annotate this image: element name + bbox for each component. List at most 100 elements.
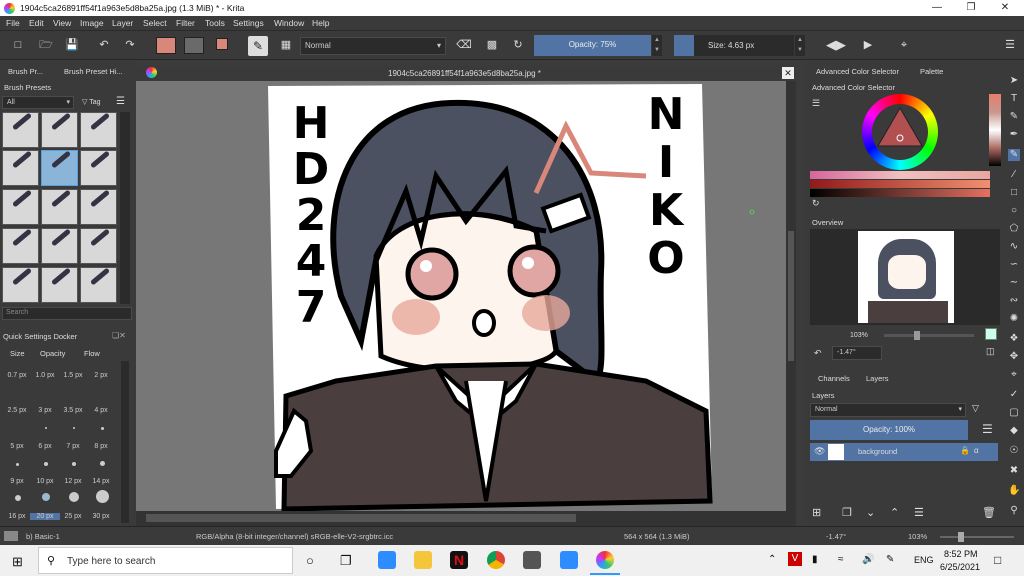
tab-flow[interactable]: Flow — [84, 349, 100, 358]
tab-size[interactable]: Size — [10, 349, 25, 358]
wrap-around-icon[interactable]: ⌖ — [896, 37, 912, 53]
color-triangle[interactable] — [876, 106, 924, 150]
text-tool-icon[interactable]: T — [1008, 93, 1020, 105]
mirror-vertical-icon[interactable]: ▶ — [860, 37, 876, 53]
bezier-tool-icon[interactable]: ∽ — [1008, 259, 1020, 271]
menu-window[interactable]: Window — [274, 18, 304, 28]
docker-close-icon[interactable]: ❏✕ — [112, 331, 126, 340]
rectangle-tool-icon[interactable]: □ — [1008, 187, 1020, 199]
restore-icon[interactable]: ❐ — [954, 1, 988, 15]
size-option[interactable]: 30 px — [86, 513, 116, 520]
zoom-slider[interactable] — [884, 331, 974, 340]
scrollbar-thumb[interactable] — [788, 231, 794, 361]
tray-chevron-icon[interactable]: ⌃ — [768, 554, 776, 565]
eraser-icon[interactable]: ⌫ — [456, 37, 472, 53]
taskbar-search-box[interactable]: ⚲ Type here to search — [38, 547, 293, 574]
calligraphy-icon[interactable]: ✒ — [1008, 129, 1020, 141]
size-option-selected[interactable]: 20 px — [30, 513, 60, 520]
gradient-tool-icon[interactable]: ▢ — [1008, 407, 1020, 419]
opacity-slider[interactable]: Opacity: 75% — [534, 35, 651, 56]
layer-blend-select[interactable]: Normal ▾ — [810, 403, 966, 417]
preserve-alpha-icon[interactable]: ▩ — [484, 37, 500, 53]
blend-mode-select[interactable]: Normal ▾ — [300, 37, 446, 55]
tab-palette[interactable]: Palette — [920, 67, 943, 76]
preset-chooser-icon[interactable]: ▦ — [278, 37, 294, 53]
task-view-icon[interactable]: ❐ — [340, 553, 352, 569]
wifi-icon[interactable]: ≈ — [838, 554, 844, 565]
mirror-horizontal-icon[interactable]: ◀▶ — [826, 37, 846, 53]
file-explorer-icon[interactable] — [414, 551, 432, 569]
menu-file[interactable]: File — [6, 18, 20, 28]
canvas-area[interactable]: H D 2 4 7 N I K O — [136, 81, 796, 512]
move-tool-icon[interactable]: ✥ — [1008, 351, 1020, 363]
color-settings-icon[interactable]: ☰ — [812, 98, 820, 109]
clock-time[interactable]: 8:52 PM — [944, 549, 978, 559]
size-option[interactable]: 0.7 px — [2, 372, 32, 379]
rotate-icon[interactable]: ↶ — [814, 348, 822, 359]
size-option[interactable]: 1.5 px — [58, 372, 88, 379]
redo-icon[interactable]: ↷ — [122, 37, 138, 53]
visibility-icon[interactable]: 👁 — [814, 446, 825, 457]
size-spin-icon[interactable]: ▲ ▼ — [795, 35, 805, 56]
brush-preset[interactable] — [2, 150, 39, 186]
multibrush-icon[interactable]: ✺ — [1008, 313, 1020, 325]
pattern-swatch[interactable] — [184, 37, 204, 54]
size-option[interactable]: 9 px — [2, 478, 32, 485]
alpha-lock-icon[interactable]: α — [974, 446, 979, 455]
menu-image[interactable]: Image — [80, 18, 104, 28]
edit-shapes-icon[interactable]: ✎ — [1008, 111, 1020, 123]
brush-preset[interactable] — [80, 112, 117, 148]
tab-layers[interactable]: Layers — [866, 374, 889, 383]
menu-tools[interactable]: Tools — [205, 18, 225, 28]
layer-opacity-slider[interactable]: Opacity: 100% — [810, 420, 968, 440]
eyedropper-icon[interactable]: ✓ — [1008, 389, 1020, 401]
size-slider-fill[interactable] — [674, 35, 694, 56]
canvas-horizontal-scrollbar[interactable] — [136, 511, 796, 526]
brush-preset[interactable] — [80, 228, 117, 264]
menu-view[interactable]: View — [53, 18, 71, 28]
size-option[interactable]: 6 px — [30, 443, 60, 450]
size-option[interactable]: 1.0 px — [30, 372, 60, 379]
layer-lock-icon[interactable]: 🔒 — [960, 446, 970, 455]
brush-preset[interactable] — [41, 112, 78, 148]
document-tab-title[interactable]: 1904c5ca26891ff54f1a963e5d8ba25a.jpg * — [388, 69, 541, 78]
overview-panel[interactable] — [810, 229, 1000, 325]
tag-button[interactable]: ▽ Tag — [82, 98, 101, 106]
polyline-tool-icon[interactable]: ∿ — [1008, 241, 1020, 253]
scrollbar-thumb[interactable] — [146, 514, 576, 522]
size-option[interactable]: 25 px — [58, 513, 88, 520]
tab-advanced-color-selector[interactable]: Advanced Color Selector — [816, 67, 899, 76]
brush-preset[interactable] — [2, 189, 39, 225]
size-option[interactable]: 7 px — [58, 443, 88, 450]
workspace-icon[interactable]: ☰ — [1002, 37, 1018, 53]
artwork-canvas[interactable] — [136, 81, 796, 512]
zoom-tool-icon[interactable]: ⚲ — [1008, 505, 1020, 517]
close-icon[interactable]: ✕ — [988, 1, 1022, 15]
brush-preset-selected[interactable] — [41, 150, 78, 186]
brush-search-input[interactable]: Search — [2, 307, 132, 320]
pen-icon[interactable]: ✎ — [886, 554, 894, 565]
new-document-icon[interactable]: □ — [10, 37, 26, 53]
dynamic-brush-icon[interactable]: ∾ — [1008, 295, 1020, 307]
size-option[interactable]: 2.5 px — [2, 407, 32, 414]
size-option[interactable]: 2 px — [86, 372, 116, 379]
size-option[interactable]: 4 px — [86, 407, 116, 414]
size-option[interactable]: 3.5 px — [58, 407, 88, 414]
gradient-swatch[interactable] — [156, 37, 176, 54]
size-option[interactable]: 12 px — [58, 478, 88, 485]
rotation-input[interactable]: -1.47° — [832, 346, 882, 360]
menu-edit[interactable]: Edit — [29, 18, 44, 28]
brush-scrollbar[interactable] — [120, 112, 130, 304]
clock-date[interactable]: 6/25/2021 — [940, 562, 980, 572]
tag-menu-icon[interactable]: ☰ — [116, 96, 125, 107]
brush-preset[interactable] — [2, 267, 39, 303]
color-pattern-row[interactable] — [810, 171, 990, 179]
battery-icon[interactable]: ▮ — [812, 554, 818, 565]
refresh-icon[interactable]: ↻ — [812, 198, 820, 209]
windows-start-icon[interactable]: ⊞ — [12, 554, 23, 570]
size-option[interactable]: 8 px — [86, 443, 116, 450]
canvas-vertical-scrollbar[interactable] — [786, 81, 796, 511]
brush-preset[interactable] — [41, 267, 78, 303]
ellipse-tool-icon[interactable]: ○ — [1008, 205, 1020, 217]
layer-properties-icon[interactable]: ☰ — [914, 506, 924, 519]
